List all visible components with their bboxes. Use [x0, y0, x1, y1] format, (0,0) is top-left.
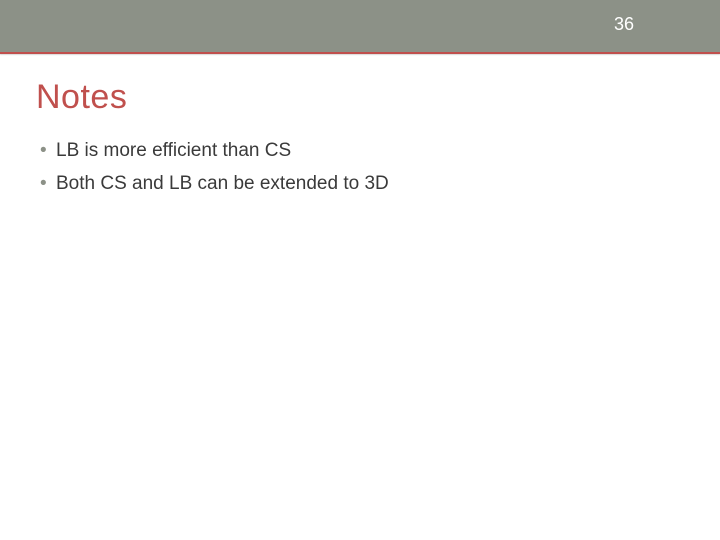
bullet-marker-icon: •: [40, 137, 47, 166]
slide-content: Notes • LB is more efficient than CS • B…: [0, 54, 720, 226]
page-number: 36: [614, 14, 634, 35]
bullet-marker-icon: •: [40, 170, 47, 199]
bullet-list: • LB is more efficient than CS • Both CS…: [36, 137, 684, 198]
list-item: • LB is more efficient than CS: [40, 137, 684, 166]
list-item: • Both CS and LB can be extended to 3D: [40, 170, 684, 199]
bullet-text: LB is more efficient than CS: [56, 140, 291, 161]
header-bar: 36: [0, 0, 720, 52]
slide-title: Notes: [36, 78, 684, 117]
bullet-text: Both CS and LB can be extended to 3D: [56, 173, 389, 194]
